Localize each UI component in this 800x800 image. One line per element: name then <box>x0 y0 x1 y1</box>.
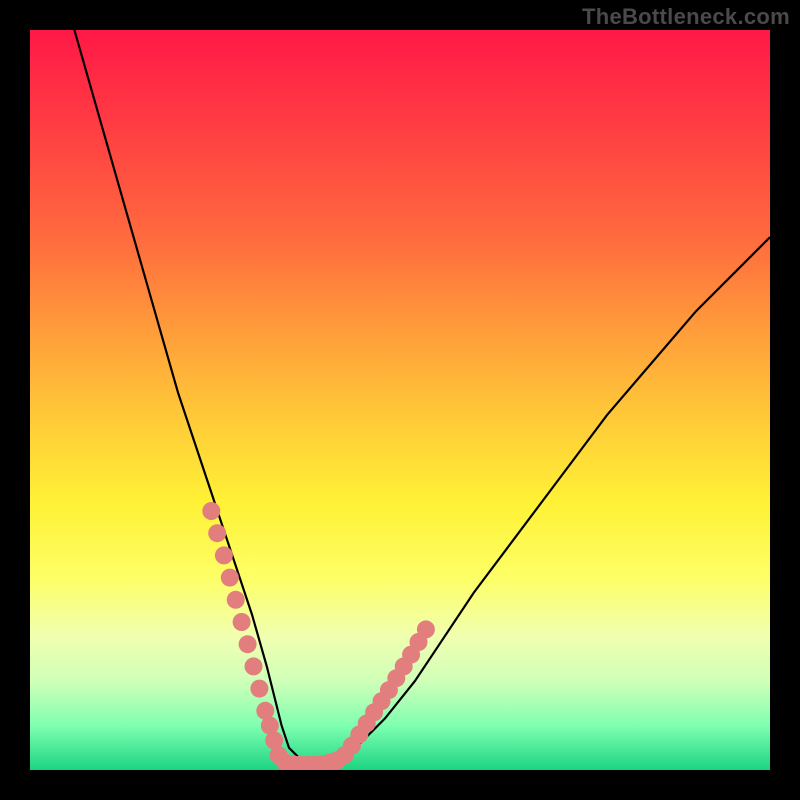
highlight-dot <box>227 591 245 609</box>
highlight-dot <box>245 657 263 675</box>
highlight-dot <box>221 569 239 587</box>
highlight-dot <box>233 613 251 631</box>
highlight-dot <box>215 546 233 564</box>
highlight-dot <box>208 524 226 542</box>
highlight-dot <box>250 680 268 698</box>
watermark-text: TheBottleneck.com <box>582 4 790 30</box>
chart-frame: TheBottleneck.com <box>0 0 800 800</box>
highlight-dots-group <box>202 502 435 770</box>
plot-area <box>30 30 770 770</box>
highlight-dot <box>202 502 220 520</box>
highlight-dot <box>239 635 257 653</box>
chart-svg <box>30 30 770 770</box>
bottleneck-curve-path <box>74 30 770 763</box>
highlight-dot <box>417 620 435 638</box>
